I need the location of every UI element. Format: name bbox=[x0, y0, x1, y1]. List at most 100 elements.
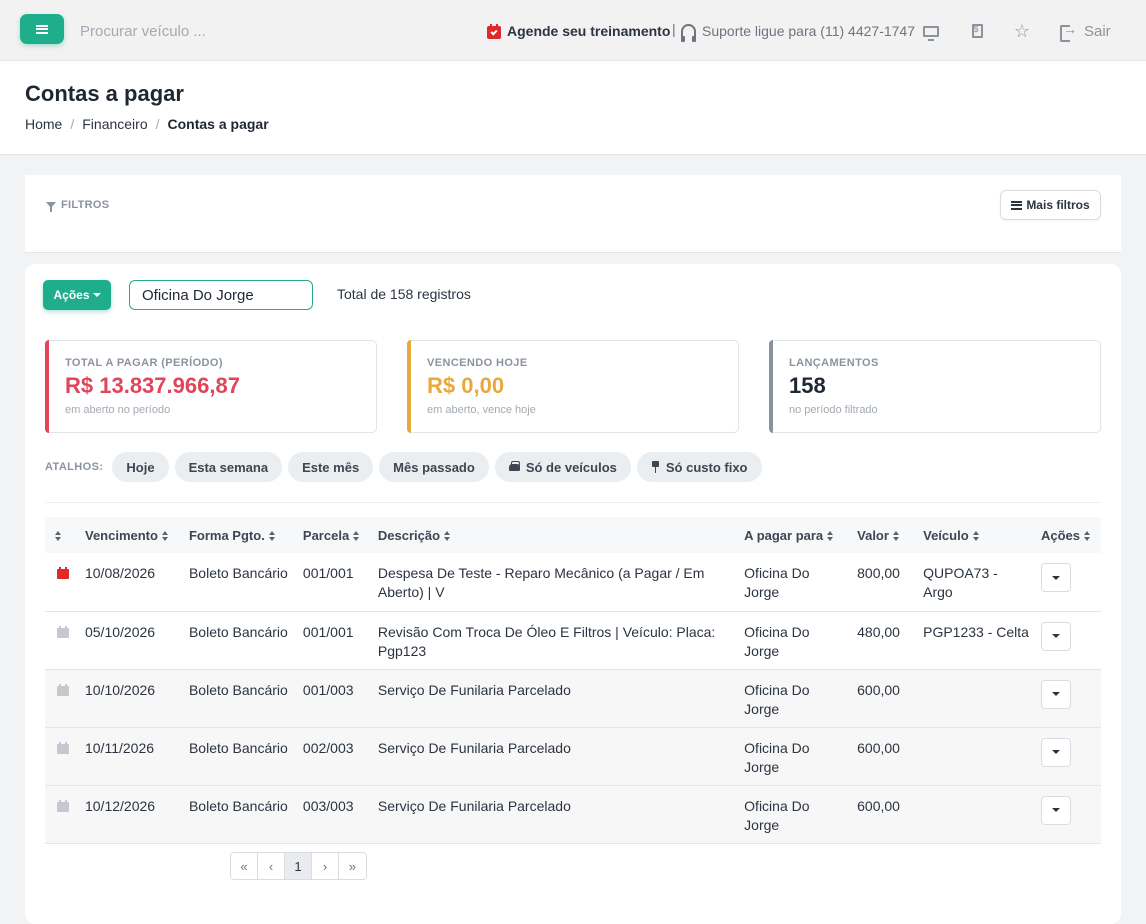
cell-due-date: 10/11/2026 bbox=[84, 739, 155, 756]
cell-payment-method: Boleto Bancário bbox=[188, 739, 288, 756]
col-installment[interactable]: Parcela bbox=[297, 517, 372, 553]
page-title: Contas a pagar bbox=[25, 81, 184, 106]
col-payment-method[interactable]: Forma Pgto. bbox=[183, 517, 297, 553]
col-vehicle[interactable]: Veículo bbox=[917, 517, 1035, 553]
row-actions-button[interactable] bbox=[1040, 621, 1071, 651]
actions-label: Ações bbox=[53, 288, 90, 302]
training-link[interactable]: Agende seu treinamento bbox=[487, 20, 670, 42]
header-label: Ações bbox=[1040, 527, 1080, 543]
calendar-icon bbox=[57, 625, 69, 638]
stat-value: R$ 13.837.966,87 bbox=[65, 373, 240, 398]
row-actions-button[interactable] bbox=[1040, 737, 1071, 767]
logout-label: Sair bbox=[1084, 22, 1111, 40]
menu-icon bbox=[36, 24, 48, 34]
caret-down-icon bbox=[92, 293, 101, 297]
stat-accent-bar bbox=[407, 340, 411, 433]
col-status[interactable] bbox=[45, 517, 79, 553]
cell-due-date: 10/10/2026 bbox=[84, 681, 156, 698]
sort-icon bbox=[444, 530, 451, 541]
col-description[interactable]: Descrição bbox=[372, 517, 738, 553]
header-label: A pagar para bbox=[744, 527, 824, 543]
table-row[interactable]: 10/08/2026 Boleto Bancário 001/001 Despe… bbox=[45, 553, 1101, 611]
shortcut-this-month[interactable]: Este mês bbox=[288, 452, 374, 482]
caret-down-icon bbox=[1051, 575, 1060, 580]
stat-label: LANÇAMENTOS bbox=[789, 357, 879, 369]
cell-amount: 600,00 bbox=[857, 681, 900, 698]
table-row[interactable]: 05/10/2026 Boleto Bancário 001/001 Revis… bbox=[45, 611, 1101, 669]
monitor-button[interactable] bbox=[921, 21, 941, 41]
logout-icon bbox=[1060, 21, 1077, 42]
col-due-date[interactable]: Vencimento bbox=[79, 517, 183, 553]
headset-icon bbox=[681, 24, 696, 42]
stat-entries: LANÇAMENTOS 158 no período filtrado bbox=[769, 340, 1101, 433]
shortcut-fixed-cost-only[interactable]: Só custo fixo bbox=[636, 452, 762, 482]
row-actions-button[interactable] bbox=[1040, 563, 1071, 592]
page-first-button[interactable]: « bbox=[231, 853, 258, 879]
chip-label: Só de veículos bbox=[525, 459, 617, 475]
favorites-button[interactable]: ☆ bbox=[1012, 21, 1032, 41]
header-label: Forma Pgto. bbox=[188, 527, 265, 543]
row-actions-button[interactable] bbox=[1040, 795, 1071, 825]
header-label: Parcela bbox=[302, 527, 350, 543]
payables-table: Vencimento Forma Pgto. Parcela Descrição… bbox=[45, 517, 1101, 844]
breadcrumb-financeiro[interactable]: Financeiro bbox=[82, 116, 147, 132]
more-filters-label: Mais filtros bbox=[1026, 198, 1090, 212]
chip-label: Só custo fixo bbox=[665, 459, 748, 475]
table-row[interactable]: 10/11/2026 Boleto Bancário 002/003 Servi… bbox=[45, 727, 1101, 785]
menu-toggle-button[interactable] bbox=[20, 14, 64, 44]
cell-payee: Oficina Do Jorge bbox=[744, 623, 810, 659]
total-records: Total de 158 registros bbox=[337, 286, 471, 302]
sort-icon bbox=[161, 530, 168, 541]
cell-payment-method: Boleto Bancário bbox=[188, 623, 288, 640]
chip-label: Esta semana bbox=[188, 459, 269, 475]
filters-label: FILTROS bbox=[61, 199, 110, 211]
breadcrumb-home[interactable]: Home bbox=[25, 116, 62, 132]
cell-vehicle: QUPOA73 - Argo bbox=[923, 565, 998, 600]
table-row[interactable]: 10/12/2026 Boleto Bancário 003/003 Servi… bbox=[45, 785, 1101, 843]
sort-icon bbox=[353, 530, 360, 541]
sort-icon bbox=[268, 530, 275, 541]
invoice-icon bbox=[971, 24, 983, 38]
table-row[interactable]: 10/10/2026 Boleto Bancário 001/003 Servi… bbox=[45, 669, 1101, 727]
cell-vehicle bbox=[917, 785, 1035, 843]
cell-amount: 600,00 bbox=[857, 797, 900, 814]
actions-dropdown-button[interactable]: Ações bbox=[43, 280, 111, 310]
shortcut-vehicles-only[interactable]: Só de veículos bbox=[494, 452, 631, 482]
row-actions-button[interactable] bbox=[1040, 679, 1071, 709]
shortcut-today[interactable]: Hoje bbox=[112, 452, 169, 482]
payables-card: Ações Total de 158 registros TOTAL A PAG… bbox=[25, 264, 1121, 924]
calendar-check-icon bbox=[487, 23, 501, 39]
more-filters-button[interactable]: Mais filtros bbox=[1000, 190, 1101, 220]
shortcut-this-week[interactable]: Esta semana bbox=[174, 452, 283, 482]
logout-button[interactable]: Sair bbox=[1060, 20, 1111, 42]
cell-amount: 600,00 bbox=[857, 739, 900, 756]
invoice-button[interactable] bbox=[967, 21, 987, 41]
page-last-button[interactable]: » bbox=[339, 853, 366, 879]
page-number-button[interactable]: 1 bbox=[285, 853, 312, 879]
shortcuts-bar: ATALHOS: Hoje Esta semana Este mês Mês p… bbox=[45, 452, 762, 482]
cell-vehicle: PGP1233 - Celta bbox=[923, 623, 1029, 640]
shortcut-last-month[interactable]: Mês passado bbox=[379, 452, 489, 482]
stat-total-payable: TOTAL A PAGAR (PERÍODO) R$ 13.837.966,87… bbox=[45, 340, 377, 433]
support-label: Suporte ligue para (11) 4427-1747 bbox=[702, 23, 916, 39]
col-actions[interactable]: Ações bbox=[1035, 517, 1101, 553]
page-prev-button[interactable]: ‹ bbox=[258, 853, 285, 879]
breadcrumb-current: Contas a pagar bbox=[167, 116, 269, 132]
pin-icon bbox=[651, 461, 660, 473]
filter-icon bbox=[46, 202, 56, 212]
vehicle-search-input[interactable] bbox=[80, 20, 320, 42]
stat-accent-bar bbox=[769, 340, 773, 433]
cell-description: Despesa De Teste - Reparo Mecânico (a Pa… bbox=[377, 565, 705, 600]
top-navbar: Agende seu treinamento | Suporte ligue p… bbox=[0, 0, 1146, 61]
stat-accent-bar bbox=[45, 340, 49, 433]
filters-header[interactable]: FILTROS bbox=[46, 199, 110, 212]
table-search-input[interactable] bbox=[129, 280, 313, 310]
stat-label: VENCENDO HOJE bbox=[427, 357, 528, 369]
stat-subtext: em aberto, vence hoje bbox=[427, 404, 536, 416]
stat-subtext: no período filtrado bbox=[789, 404, 878, 416]
page-next-button[interactable]: › bbox=[312, 853, 339, 879]
cell-payee: Oficina Do Jorge bbox=[744, 565, 810, 600]
col-amount[interactable]: Valor bbox=[851, 517, 917, 553]
col-payee[interactable]: A pagar para bbox=[738, 517, 851, 553]
cell-amount: 800,00 bbox=[857, 565, 900, 581]
